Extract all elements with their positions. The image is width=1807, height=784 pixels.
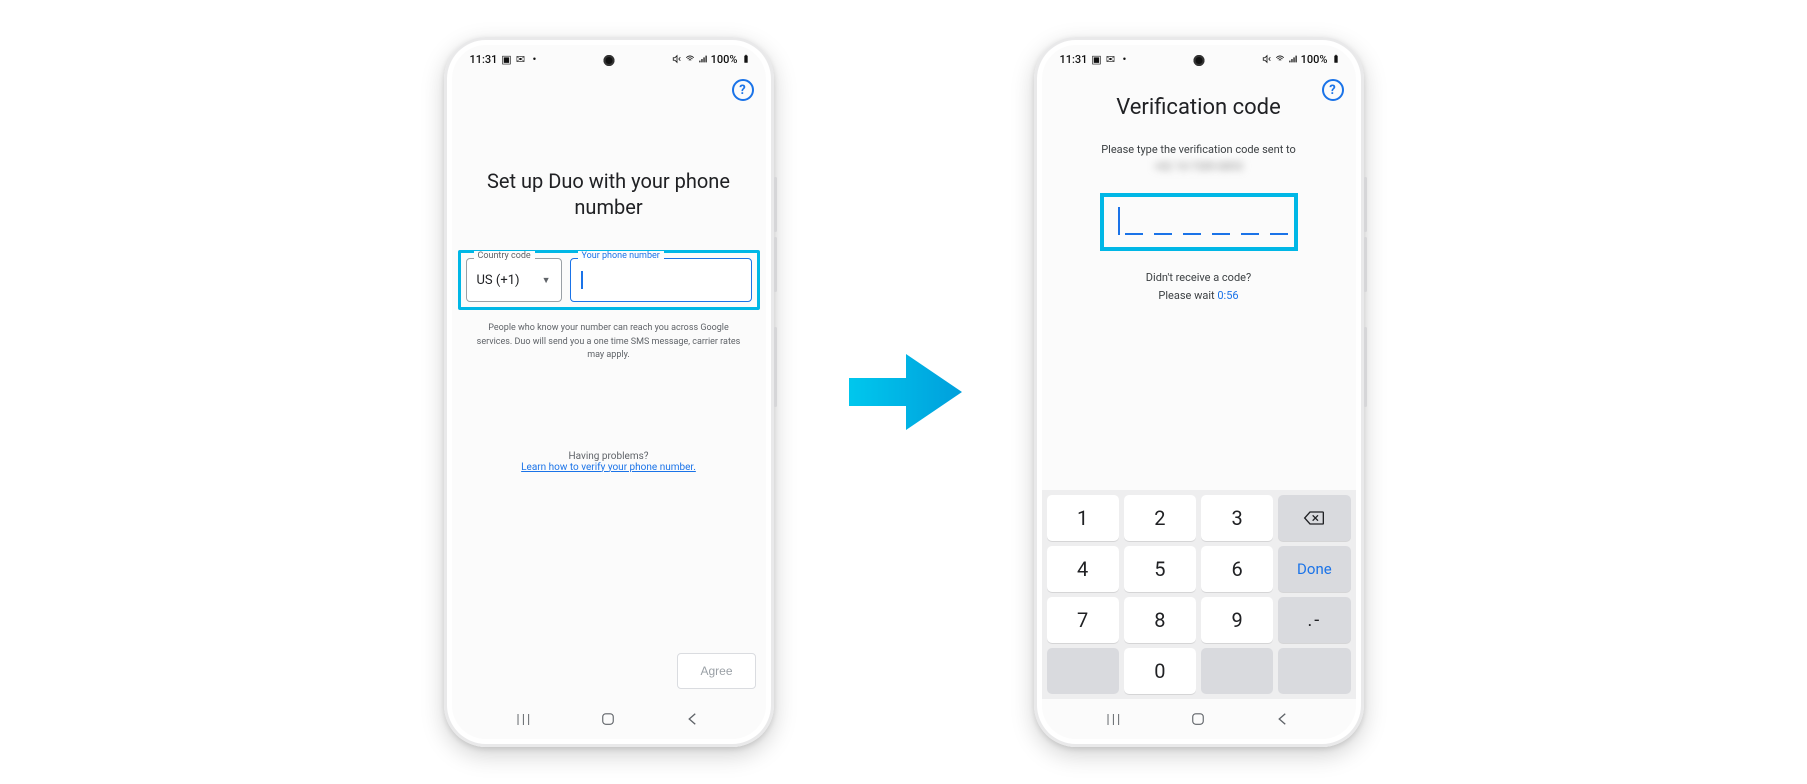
subtitle-masked-number: +82 10-7389-8893 (1154, 159, 1243, 176)
keypad-done[interactable]: Done (1278, 546, 1350, 592)
country-code-dropdown[interactable]: US (+1) ▼ (466, 258, 562, 302)
nav-back-button[interactable] (1272, 708, 1294, 730)
mute-icon (672, 54, 682, 64)
keypad-blank (1278, 648, 1350, 694)
text-cursor (1118, 207, 1120, 235)
nav-bar: III (452, 699, 766, 739)
status-icon-message: ✉ (1105, 54, 1115, 64)
help-icon[interactable]: ? (732, 79, 754, 101)
battery-icon (1331, 54, 1341, 64)
wifi-icon (1275, 54, 1285, 64)
resend-block: Didn't receive a code? Please wait 0:56 (1056, 269, 1342, 304)
agree-button[interactable]: Agree (677, 653, 755, 689)
camera-hole (1193, 55, 1204, 66)
app-body-setup: ? Set up Duo with your phone number Coun… (452, 73, 766, 699)
country-code-field-wrap: Country code US (+1) ▼ (466, 258, 562, 302)
status-icon-more: • (1119, 54, 1129, 64)
keypad-1[interactable]: 1 (1047, 495, 1119, 541)
power-button (774, 327, 777, 407)
volume-down-button (774, 237, 777, 292)
phone-number-input[interactable] (570, 258, 752, 302)
keypad-backspace[interactable] (1278, 495, 1350, 541)
keypad-blank (1047, 648, 1119, 694)
keypad-5[interactable]: 5 (1124, 546, 1196, 592)
keypad-9[interactable]: 9 (1201, 597, 1273, 643)
code-digit-slot (1212, 233, 1230, 235)
keypad-3[interactable]: 3 (1201, 495, 1273, 541)
status-icon-notification: ▣ (501, 54, 511, 64)
numeric-keypad: 1 2 3 4 5 6 Done 7 8 9 .- 0 (1042, 490, 1356, 699)
screen-right: 11:31 ▣ ✉ • 100% (1042, 45, 1356, 739)
phone-frame-right: 11:31 ▣ ✉ • 100% (1034, 37, 1364, 747)
status-time: 11:31 (470, 53, 498, 66)
keypad-symbol[interactable]: .- (1278, 597, 1350, 643)
subtitle-prefix: Please type the verification code sent t… (1101, 143, 1296, 156)
keypad-4[interactable]: 4 (1047, 546, 1119, 592)
nav-home-button[interactable] (1187, 708, 1209, 730)
nav-back-button[interactable] (682, 708, 704, 730)
screen-left: 11:31 ▣ ✉ • 100% (452, 45, 766, 739)
info-text: People who know your number can reach yo… (474, 322, 744, 363)
code-digit-slot (1241, 233, 1259, 235)
help-icon[interactable]: ? (1322, 79, 1344, 101)
keypad-6[interactable]: 6 (1201, 546, 1273, 592)
phone-number-field-wrap: Your phone number (570, 258, 752, 302)
phone-frame-left: 11:31 ▣ ✉ • 100% (444, 37, 774, 747)
power-button (1364, 327, 1367, 407)
wifi-icon (685, 54, 695, 64)
status-time: 11:31 (1060, 53, 1088, 66)
resend-prefix: Please wait (1158, 289, 1217, 302)
volume-down-button (1364, 237, 1367, 292)
code-digit-slot (1183, 233, 1201, 235)
keypad-blank (1201, 648, 1273, 694)
problems-question: Having problems? (466, 451, 752, 462)
signal-icon (1288, 54, 1298, 64)
status-icon-message: ✉ (515, 54, 525, 64)
phone-number-label: Your phone number (578, 251, 664, 261)
resend-question: Didn't receive a code? (1056, 269, 1342, 287)
mute-icon (1262, 54, 1272, 64)
volume-up-button (774, 177, 777, 232)
nav-recent-button[interactable]: III (1103, 708, 1125, 730)
keypad-7[interactable]: 7 (1047, 597, 1119, 643)
code-digit-slot (1125, 233, 1143, 235)
page-title: Verification code (1056, 95, 1342, 120)
chevron-down-icon: ▼ (542, 275, 551, 286)
problems-block: Having problems? Learn how to verify you… (466, 451, 752, 473)
camera-hole (603, 55, 614, 66)
battery-text: 100% (711, 53, 738, 66)
keypad-8[interactable]: 8 (1124, 597, 1196, 643)
code-digit-slot (1154, 233, 1172, 235)
text-cursor (581, 271, 583, 289)
backspace-icon (1303, 510, 1325, 526)
nav-recent-button[interactable]: III (513, 708, 535, 730)
nav-bar: III (1042, 699, 1356, 739)
country-code-label: Country code (474, 251, 535, 261)
volume-up-button (1364, 177, 1367, 232)
code-input-highlight (1100, 193, 1298, 251)
battery-icon (741, 54, 751, 64)
verification-subtitle: Please type the verification code sent t… (1076, 142, 1322, 175)
keypad-2[interactable]: 2 (1124, 495, 1196, 541)
country-code-value: US (+1) (477, 273, 538, 288)
page-title: Set up Duo with your phone number (476, 168, 742, 220)
keypad-0[interactable]: 0 (1124, 648, 1196, 694)
phone-input-row: Country code US (+1) ▼ Your phone number (466, 258, 752, 302)
signal-icon (698, 54, 708, 64)
verify-help-link[interactable]: Learn how to verify your phone number. (466, 462, 752, 473)
resend-timer: 0:56 (1217, 289, 1238, 302)
nav-home-button[interactable] (597, 708, 619, 730)
status-icon-notification: ▣ (1091, 54, 1101, 64)
battery-text: 100% (1301, 53, 1328, 66)
flow-arrow-icon (844, 342, 964, 442)
code-digit-slot (1270, 233, 1288, 235)
verification-code-input[interactable] (1104, 197, 1302, 247)
status-icon-more: • (529, 54, 539, 64)
